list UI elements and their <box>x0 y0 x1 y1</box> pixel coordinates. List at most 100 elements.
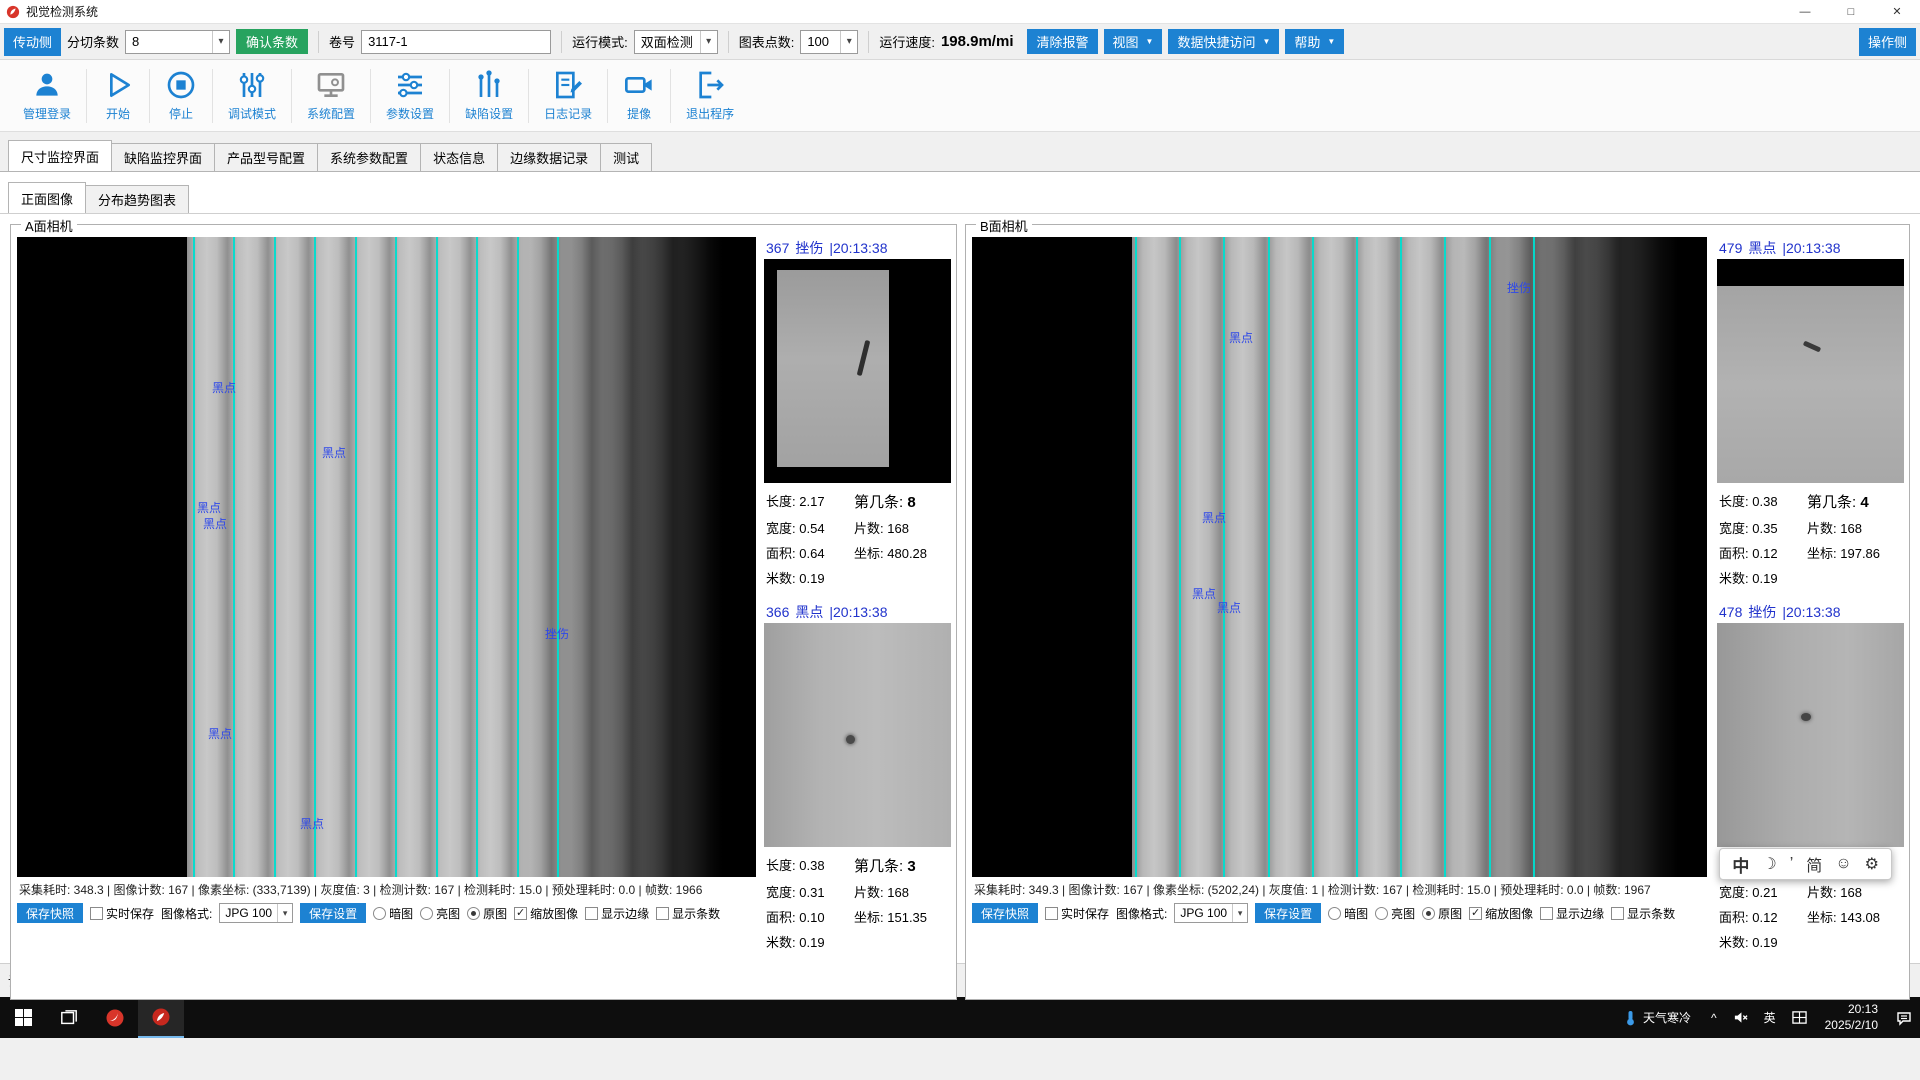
ime-settings-gear-icon[interactable]: ⚙ <box>1865 854 1879 874</box>
ime-toolbar[interactable]: 中 ☽ ’ 简 ☺ ⚙ <box>1719 848 1892 880</box>
original-image-radio-b[interactable]: 原图 <box>1422 905 1462 922</box>
tab-edge-data-record[interactable]: 边缘数据记录 <box>497 143 601 171</box>
exit-program-button[interactable]: 退出程序 <box>671 65 749 127</box>
save-snapshot-button-b[interactable]: 保存快照 <box>972 903 1038 923</box>
debug-mode-button[interactable]: 调试模式 <box>213 65 291 127</box>
ime-chinese-mode[interactable]: 中 <box>1732 852 1749 877</box>
confirm-count-button[interactable]: 确认条数 <box>236 29 308 54</box>
film-patch <box>777 270 889 467</box>
radio-selected-icon <box>1422 907 1435 920</box>
zoom-image-checkbox-a[interactable]: 缩放图像 <box>514 905 578 922</box>
parameter-settings-button[interactable]: 参数设置 <box>371 65 449 127</box>
zoom-image-checkbox-b[interactable]: 缩放图像 <box>1469 905 1533 922</box>
show-strips-checkbox-a[interactable]: 显示条数 <box>656 905 720 922</box>
show-strips-checkbox-b[interactable]: 显示条数 <box>1611 905 1675 922</box>
start-run-button[interactable]: 开始 <box>87 65 149 127</box>
ime-night-mode-icon[interactable]: ☽ <box>1762 854 1776 874</box>
strip-boundary-line <box>395 237 397 877</box>
camera-b-image[interactable]: 挫伤黑点黑点黑点黑点 <box>972 237 1707 877</box>
tab-size-monitor[interactable]: 尺寸监控界面 <box>8 140 112 171</box>
defect-settings-button[interactable]: 缺陷设置 <box>450 65 528 127</box>
quick-data-menu-button[interactable]: 数据快捷访问 <box>1168 29 1279 54</box>
ime-emoji-icon[interactable]: ☺ <box>1835 855 1851 873</box>
subtab-trend-chart[interactable]: 分布趋势图表 <box>85 185 189 213</box>
dark-image-radio-a[interactable]: 暗图 <box>373 905 413 922</box>
chevron-down-icon[interactable] <box>840 31 857 53</box>
strip-boundary-line <box>1135 237 1137 877</box>
defect-card[interactable]: 366 黑点 |20:13:38 长度: 0.38 第几条: 3 宽度: 0.3… <box>764 601 951 951</box>
window-title: 视觉检测系统 <box>26 3 98 20</box>
touch-keyboard-icon[interactable] <box>1784 997 1815 1038</box>
stop-icon <box>165 69 197 101</box>
chart-points-select[interactable]: 100 <box>800 30 858 54</box>
slit-count-select[interactable]: 8 <box>125 30 230 54</box>
stop-run-button[interactable]: 停止 <box>150 65 212 127</box>
defect-label: 挫伤 <box>545 625 569 642</box>
task-view-button[interactable] <box>46 997 92 1038</box>
maximize-button[interactable]: □ <box>1828 0 1874 24</box>
defect-label: 黑点 <box>1192 585 1216 602</box>
show-edge-checkbox-a[interactable]: 显示边缘 <box>585 905 649 922</box>
ime-simplified-chinese[interactable]: 简 <box>1806 852 1822 876</box>
clear-alarm-button[interactable]: 清除报警 <box>1027 29 1097 54</box>
operate-side-button[interactable]: 操作侧 <box>1859 28 1916 56</box>
roll-number-input[interactable] <box>361 30 551 54</box>
drive-side-button[interactable]: 传动侧 <box>4 28 61 56</box>
chevron-down-icon[interactable] <box>212 31 229 53</box>
chart-points-label: 图表点数: <box>739 32 795 51</box>
clock[interactable]: 20:13 2025/2/10 <box>1815 1002 1888 1033</box>
subtab-front-image[interactable]: 正面图像 <box>8 182 86 213</box>
tab-product-model-config[interactable]: 产品型号配置 <box>214 143 318 171</box>
defect-card[interactable]: 478 挫伤 |20:13:38 长度: 0.57 第几条: 3 宽度: 0.2… <box>1717 601 1904 951</box>
camera-a-image[interactable]: 黑点黑点黑点黑点挫伤黑点黑点 <box>17 237 756 877</box>
help-menu-button[interactable]: 帮助 <box>1285 29 1344 54</box>
defect-card[interactable]: 479 黑点 |20:13:38 长度: 0.38 第几条: 4 宽度: 0.3… <box>1717 237 1904 587</box>
show-edge-checkbox-b[interactable]: 显示边缘 <box>1540 905 1604 922</box>
bright-image-radio-a[interactable]: 亮图 <box>420 905 460 922</box>
tab-defect-monitor[interactable]: 缺陷监控界面 <box>111 143 215 171</box>
tab-status-info[interactable]: 状态信息 <box>420 143 498 171</box>
defect-stats: 长度: 0.38 第几条: 3 宽度: 0.31 片数: 168 面积: 0.1… <box>764 847 951 951</box>
chevron-down-icon[interactable] <box>277 904 292 922</box>
image-format-select-b[interactable]: JPG 100 <box>1174 903 1248 923</box>
taskbar-app-browser[interactable] <box>92 997 138 1038</box>
hidden-icons-chevron[interactable]: ^ <box>1703 997 1725 1038</box>
weather-widget[interactable]: 天气寒冷 <box>1612 997 1703 1038</box>
bright-image-radio-b[interactable]: 亮图 <box>1375 905 1415 922</box>
action-center-icon[interactable] <box>1888 997 1920 1038</box>
taskbar-app-vision-system[interactable] <box>138 997 184 1038</box>
save-settings-button-b[interactable]: 保存设置 <box>1255 903 1321 923</box>
strip-boundary-line <box>233 237 235 877</box>
view-menu-button[interactable]: 视图 <box>1104 29 1163 54</box>
save-snapshot-button-a[interactable]: 保存快照 <box>17 903 83 923</box>
realtime-save-checkbox-b[interactable]: 实时保存 <box>1045 905 1109 922</box>
input-language-indicator[interactable]: 英 <box>1756 997 1784 1038</box>
ime-punctuation-icon[interactable]: ’ <box>1790 855 1794 873</box>
image-format-select-a[interactable]: JPG 100 <box>219 903 293 923</box>
chevron-down-icon[interactable] <box>1232 904 1247 922</box>
volume-muted-icon[interactable] <box>1725 997 1756 1038</box>
defect-card[interactable]: 367 挫伤 |20:13:38 长度: 2.17 第几条: 8 宽度: 0.5… <box>764 237 951 587</box>
tab-page: 正面图像 分布趋势图表 A面相机 黑点黑点黑点黑点挫伤黑点黑点 采集耗时: 34… <box>0 172 1920 963</box>
strip-boundary-line <box>1268 237 1270 877</box>
dark-image-radio-b[interactable]: 暗图 <box>1328 905 1368 922</box>
image-format-label-b: 图像格式: <box>1116 905 1167 922</box>
run-mode-select[interactable]: 双面检测 <box>634 30 718 54</box>
save-settings-button-a[interactable]: 保存设置 <box>300 903 366 923</box>
chevron-down-icon[interactable] <box>700 31 717 53</box>
close-button[interactable]: ✕ <box>1874 0 1920 24</box>
capture-image-button[interactable]: 提像 <box>608 65 670 127</box>
radio-icon <box>1328 907 1341 920</box>
log-record-button[interactable]: 日志记录 <box>529 65 607 127</box>
system-config-button[interactable]: 系统配置 <box>292 65 370 127</box>
start-button[interactable] <box>0 997 46 1038</box>
tab-system-param-config[interactable]: 系统参数配置 <box>317 143 421 171</box>
minimize-button[interactable]: — <box>1782 0 1828 24</box>
sliders-vertical-icon <box>236 69 268 101</box>
tab-test[interactable]: 测试 <box>600 143 652 171</box>
sub-tab-bar: 正面图像 分布趋势图表 <box>0 172 1920 214</box>
original-image-radio-a[interactable]: 原图 <box>467 905 507 922</box>
windows-taskbar: 天气寒冷 ^ 英 20:13 2025/2/10 <box>0 997 1920 1038</box>
admin-login-button[interactable]: 管理登录 <box>8 65 86 127</box>
realtime-save-checkbox-a[interactable]: 实时保存 <box>90 905 154 922</box>
